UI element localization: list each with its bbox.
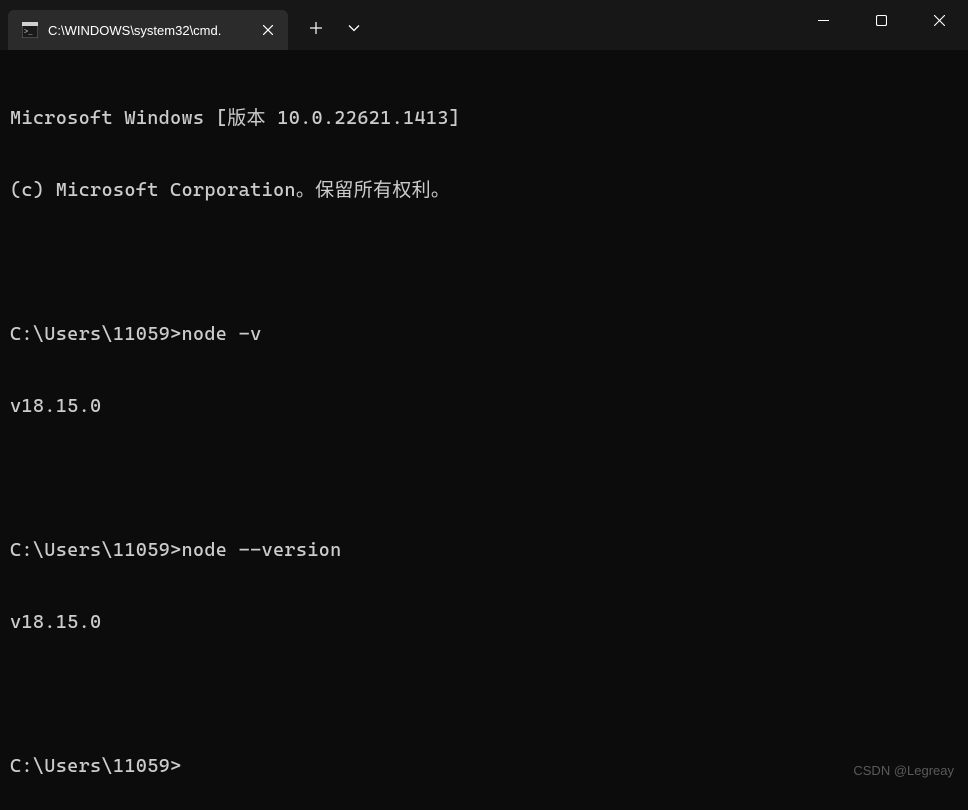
terminal-line: v18.15.0 (10, 394, 958, 418)
tab-close-button[interactable] (258, 20, 278, 40)
terminal-line (10, 682, 958, 706)
minimize-button[interactable] (794, 0, 852, 40)
watermark: CSDN @Legreay (853, 763, 954, 778)
terminal-prompt: C:\Users\11059> (10, 754, 958, 778)
terminal-line: C:\Users\11059>node --version (10, 538, 958, 562)
terminal-line: (c) Microsoft Corporation。保留所有权利。 (10, 178, 958, 202)
terminal-line (10, 250, 958, 274)
tab-dropdown-button[interactable] (338, 12, 370, 44)
terminal-line: C:\Users\11059>node -v (10, 322, 958, 346)
terminal-line (10, 466, 958, 490)
terminal-output[interactable]: Microsoft Windows [版本 10.0.22621.1413] (… (0, 50, 968, 810)
titlebar: >_ C:\WINDOWS\system32\cmd. (0, 0, 968, 50)
close-button[interactable] (910, 0, 968, 40)
maximize-button[interactable] (852, 0, 910, 40)
window-controls (794, 0, 968, 50)
terminal-line: Microsoft Windows [版本 10.0.22621.1413] (10, 106, 958, 130)
tabs-area: >_ C:\WINDOWS\system32\cmd. (0, 0, 370, 50)
svg-text:>_: >_ (24, 29, 33, 37)
terminal-line: v18.15.0 (10, 610, 958, 634)
active-tab[interactable]: >_ C:\WINDOWS\system32\cmd. (8, 10, 288, 50)
tab-actions (300, 12, 370, 44)
new-tab-button[interactable] (300, 12, 332, 44)
tab-title: C:\WINDOWS\system32\cmd. (48, 23, 248, 38)
cmd-icon: >_ (22, 22, 38, 38)
